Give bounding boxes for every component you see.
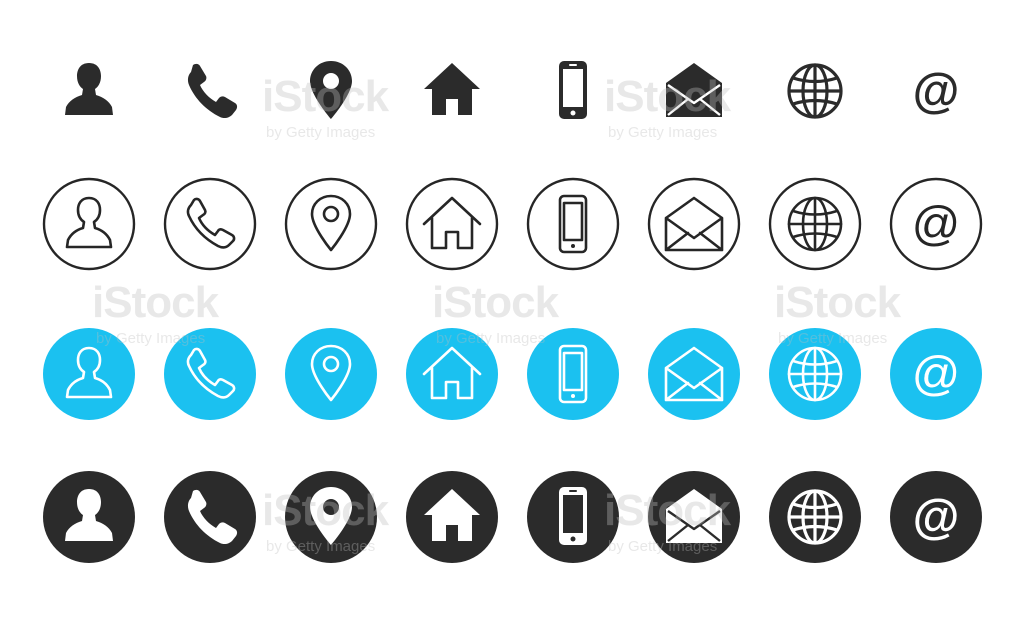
- envelope-icon: [646, 176, 742, 272]
- at-sign-icon: @: [888, 326, 984, 422]
- mobile-phone-icon: [525, 326, 621, 422]
- user-icon: [41, 326, 137, 422]
- at-sign-icon: @: [888, 176, 984, 272]
- phone-icon: [162, 469, 258, 565]
- globe-icon: [767, 176, 863, 272]
- envelope-icon: [646, 326, 742, 422]
- svg-text:@: @: [913, 65, 960, 118]
- user-icon: [41, 176, 137, 272]
- envelope-icon: [646, 43, 742, 139]
- mobile-phone-icon: [525, 469, 621, 565]
- watermark-brand: iStock: [774, 278, 901, 327]
- home-icon: [404, 43, 500, 139]
- home-icon: [404, 326, 500, 422]
- globe-icon: [767, 326, 863, 422]
- icon-set-sheet: @ @ @ @ iStock by Getty Images iStock by Ge…: [0, 0, 1024, 627]
- user-icon: [41, 469, 137, 565]
- watermark-brand: iStock: [92, 278, 219, 327]
- phone-icon: [162, 43, 258, 139]
- location-pin-icon: [283, 326, 379, 422]
- user-icon: [41, 43, 137, 139]
- location-pin-icon: [283, 43, 379, 139]
- home-icon: [404, 469, 500, 565]
- at-sign-icon: @: [888, 43, 984, 139]
- location-pin-icon: [283, 176, 379, 272]
- svg-text:@: @: [912, 198, 961, 251]
- globe-icon: [767, 469, 863, 565]
- location-pin-icon: [283, 469, 379, 565]
- at-sign-icon: @: [888, 469, 984, 565]
- svg-text:@: @: [912, 348, 961, 401]
- phone-icon: [162, 326, 258, 422]
- svg-text:@: @: [913, 491, 960, 544]
- watermark-brand: iStock: [432, 278, 559, 327]
- mobile-phone-icon: [525, 43, 621, 139]
- phone-icon: [162, 176, 258, 272]
- envelope-icon: [646, 469, 742, 565]
- home-icon: [404, 176, 500, 272]
- globe-icon: [767, 43, 863, 139]
- mobile-phone-icon: [525, 176, 621, 272]
